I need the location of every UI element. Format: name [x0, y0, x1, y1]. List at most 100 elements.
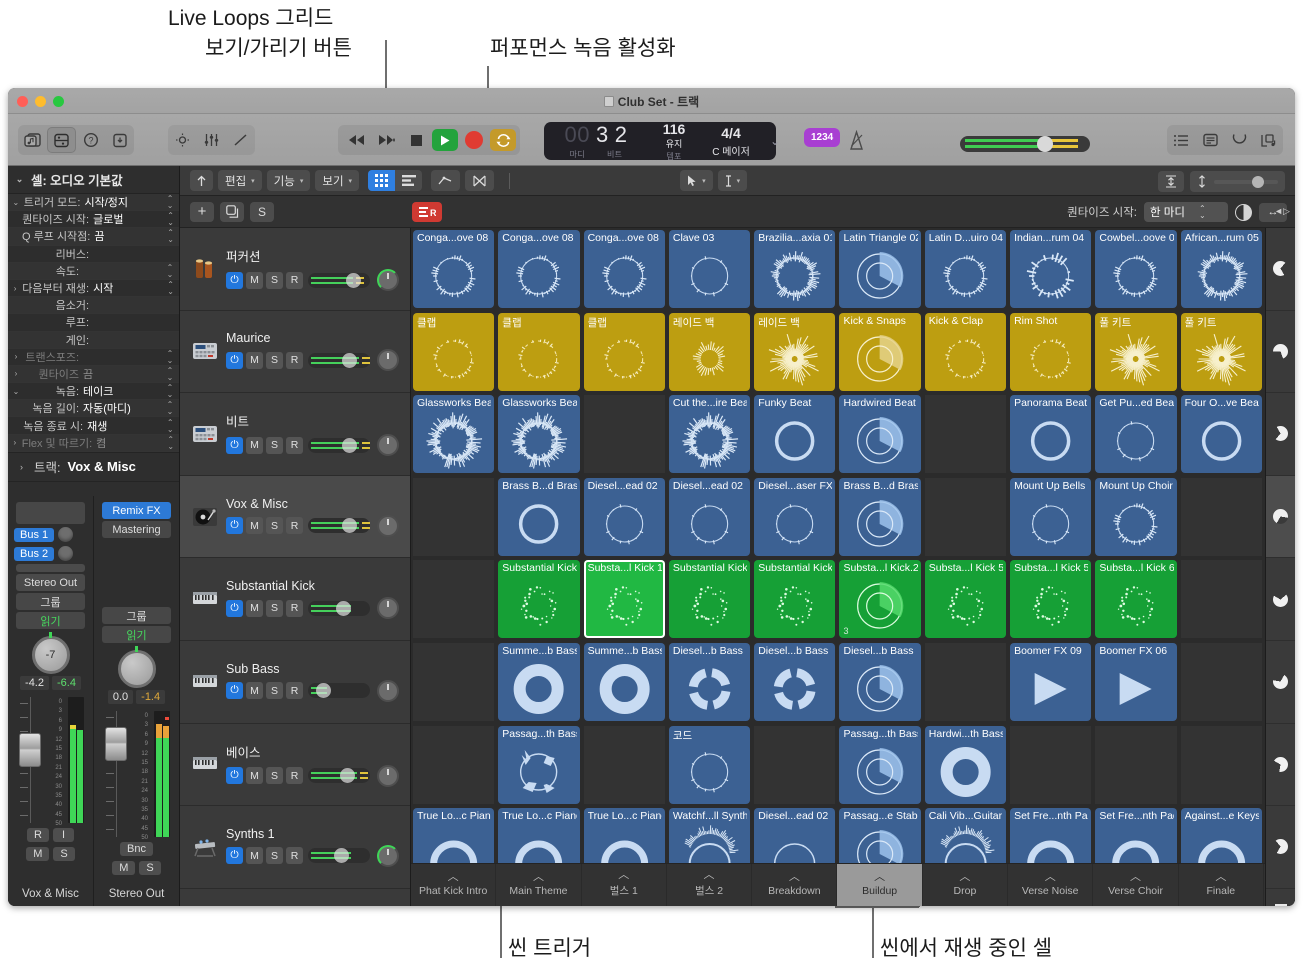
grid-cell[interactable] — [1008, 724, 1093, 807]
stepper-icon[interactable]: ⌃ ⌄ — [1199, 205, 1206, 220]
grid-cell[interactable]: Substa...l Kick 5 — [1008, 558, 1093, 641]
grid-cell[interactable] — [1179, 476, 1264, 559]
inspector-stepper[interactable]: ⌃ ⌄ — [166, 212, 175, 227]
grid-cell[interactable]: Boomer FX 06 — [1093, 641, 1178, 724]
empty-slot-c[interactable] — [102, 578, 171, 586]
rewind-button[interactable] — [342, 128, 370, 152]
track-volume-slider[interactable] — [308, 518, 370, 534]
inspector-header[interactable]: ⌄ 셀: 오디오 기본값 — [8, 166, 179, 194]
peak-value[interactable]: -1.4 — [136, 690, 166, 704]
grid-cell[interactable]: Brass B...d Brass — [837, 476, 922, 559]
grid-cell[interactable] — [582, 724, 667, 807]
grid-cell[interactable]: Panorama Beat — [1008, 393, 1093, 476]
volume-value[interactable]: 0.0 — [107, 690, 134, 704]
editors-icon[interactable] — [226, 127, 255, 153]
inspector-disclosure[interactable]: › — [8, 352, 24, 361]
track-pan-knob[interactable] — [377, 434, 399, 457]
inspector-row-5[interactable]: › 다음부터 재생: 시작 ⌃ ⌄ — [8, 279, 179, 298]
volume-fader[interactable] — [17, 697, 43, 823]
lcd-display[interactable]: 00 3 2 마디 비트 116 유지 템포 4/4 C 메이저 ⌄ — [544, 121, 780, 161]
play-state-cell-2[interactable] — [1266, 311, 1295, 394]
track-enable-button[interactable]: ⏻ — [226, 682, 243, 700]
empty-cell[interactable] — [413, 560, 495, 639]
scene-trigger-4[interactable]: ︿ 벌스 2 — [667, 864, 753, 906]
inspector-row-1[interactable]: 퀀타이즈 시작: 글로벌 ⌃ ⌄ — [8, 211, 179, 229]
grid-cell[interactable]: Diesel...b Bass — [667, 641, 752, 724]
lcd-position[interactable]: 00 3 2 마디 비트 — [544, 122, 648, 160]
grid-cell[interactable]: Diesel...ead 02 — [582, 476, 667, 559]
track-solo-button[interactable]: S — [266, 436, 283, 454]
playback-progress-icon[interactable] — [1273, 674, 1288, 690]
track-record-button[interactable]: R — [286, 682, 303, 700]
loop-cell[interactable]: Substantial Kick — [498, 560, 580, 639]
track-volume-slider[interactable] — [308, 683, 370, 699]
inspector-row-3[interactable]: 리버스: — [8, 245, 179, 263]
insert-slot-empty[interactable] — [16, 502, 85, 524]
grid-cell[interactable]: Latin Triangle 02 — [837, 228, 922, 311]
grid-cell[interactable]: 코드 — [667, 724, 752, 807]
grid-cell[interactable]: Mount Up Bells — [1008, 476, 1093, 559]
track-record-button[interactable]: R — [286, 271, 303, 289]
track-header-5[interactable]: Substantial Kick ⏻ M S R — [180, 558, 410, 641]
inspector-row-7[interactable]: 루프: — [8, 314, 179, 332]
inspector-stepper[interactable]: ⌃ ⌄ — [165, 263, 175, 278]
flex-button[interactable] — [465, 170, 495, 191]
grid-cell[interactable]: Conga...ove 08 — [496, 228, 581, 311]
grid-cell[interactable]: Funky Beat — [752, 393, 837, 476]
track-solo-button[interactable]: S — [266, 847, 283, 865]
inspector-row-8[interactable]: 게인: — [8, 331, 179, 349]
grid-cell[interactable] — [1179, 641, 1264, 724]
track-pan-knob[interactable] — [377, 269, 399, 292]
grid-cell[interactable]: Summe...b Bass — [582, 641, 667, 724]
grid-cell[interactable]: Kick & Snaps — [837, 311, 922, 394]
grid-cell[interactable]: Summe...b Bass — [496, 641, 581, 724]
play-state-cell-6[interactable] — [1266, 641, 1295, 724]
inspector-stepper[interactable]: ⌃ ⌄ — [166, 435, 175, 450]
chevron-down-icon[interactable]: ⌄ — [14, 174, 25, 185]
loop-cell[interactable]: Conga...ove 08 — [498, 230, 580, 308]
secondary-tool-select[interactable]: ▾ — [717, 170, 748, 191]
empty-cell[interactable] — [1010, 725, 1092, 804]
performance-record-enable-button[interactable]: R — [412, 202, 442, 222]
loop-cell[interactable]: Diesel...ead 02 — [668, 477, 751, 556]
loop-cell[interactable]: Diesel...aser FX — [754, 477, 836, 556]
automation-mode[interactable]: 읽기 — [102, 626, 171, 643]
grid-cell[interactable] — [582, 393, 667, 476]
chevron-right-icon[interactable]: › — [16, 462, 27, 472]
grid-cell[interactable]: Clave 03 — [667, 228, 752, 311]
toolbar-icon[interactable] — [105, 127, 134, 153]
track-pan-knob[interactable] — [377, 844, 399, 867]
loop-cell[interactable]: Brass B...d Brass — [498, 477, 580, 556]
loop-cell[interactable]: Passag...th Bass — [839, 725, 921, 804]
playback-progress-icon[interactable] — [1273, 261, 1288, 277]
empty-cell[interactable] — [1095, 725, 1177, 804]
volume-value[interactable]: -4.2 — [20, 676, 49, 690]
zoom-slider[interactable] — [1214, 175, 1278, 188]
grid-cell[interactable]: African...rum 05 — [1179, 228, 1264, 311]
forward-button[interactable] — [372, 128, 400, 152]
solo-button[interactable]: S — [53, 847, 75, 861]
media-browser-icon[interactable] — [1254, 127, 1283, 153]
send-bus1-knob[interactable] — [58, 527, 74, 542]
zoom-slider-knob[interactable] — [1252, 175, 1264, 188]
track-enable-button[interactable]: ⏻ — [226, 517, 243, 535]
pan-knob[interactable]: -7 — [31, 632, 70, 674]
grid-cell[interactable]: Diesel...ead 02 — [667, 476, 752, 559]
show-live-loops-grid-button[interactable] — [368, 170, 396, 191]
loop-cell[interactable]: 풀 키트 — [1180, 312, 1262, 391]
track-pan-knob[interactable] — [377, 679, 399, 702]
output-slot-empty[interactable] — [102, 588, 171, 605]
inspector-disclosure[interactable]: ⌄ — [8, 198, 24, 207]
track-header-2[interactable]: Maurice ⏻ M S R — [180, 311, 410, 394]
loop-cell[interactable]: Diesel...b Bass — [839, 642, 921, 721]
loop-cell[interactable]: Hardwired Beat — [839, 395, 921, 474]
track-solo-button[interactable]: S — [266, 767, 283, 785]
cell-playback-icon[interactable] — [1235, 203, 1252, 221]
track-record-button[interactable]: R — [286, 767, 303, 785]
playback-progress-icon[interactable] — [1273, 591, 1288, 607]
loop-cell[interactable]: Substa...l Kick 6 — [1095, 560, 1177, 639]
grid-cell[interactable]: 풀 키트 — [1093, 311, 1178, 394]
track-volume-slider[interactable] — [308, 600, 370, 616]
loop-browser-icon[interactable] — [1225, 127, 1254, 153]
list-editors-icon[interactable] — [1167, 127, 1196, 153]
